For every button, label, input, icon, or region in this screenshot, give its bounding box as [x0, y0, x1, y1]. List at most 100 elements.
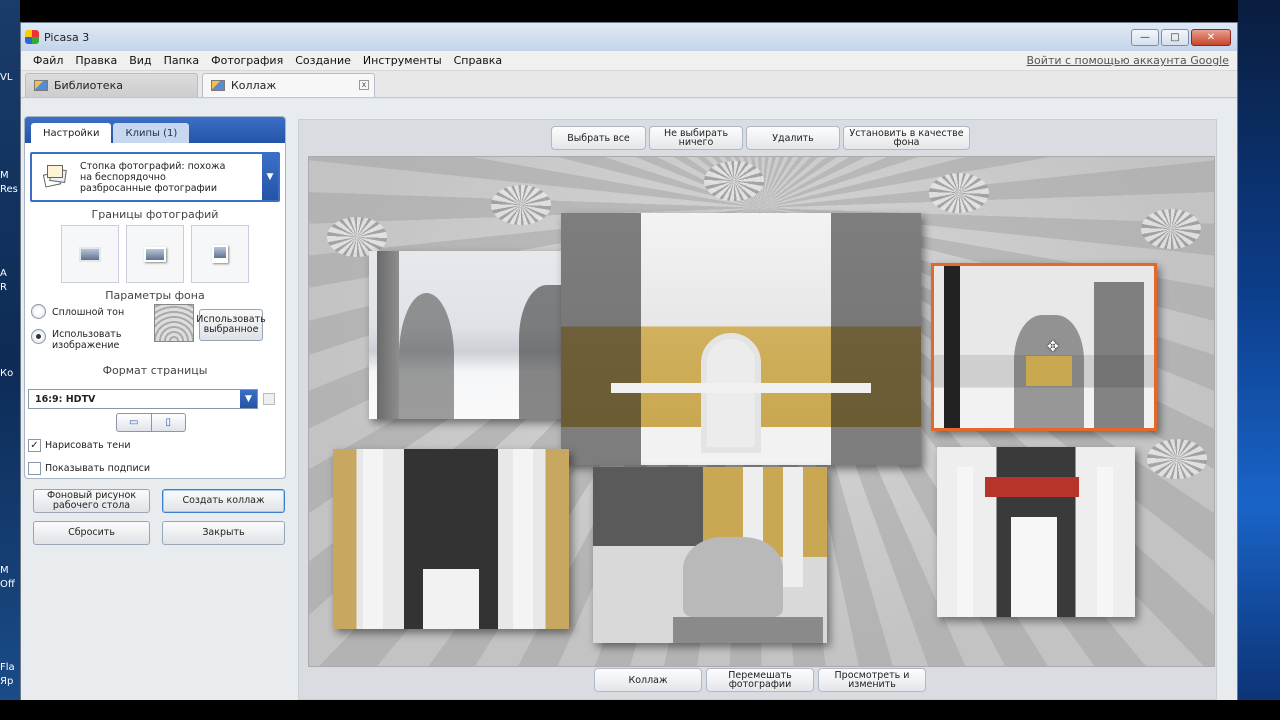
show-captions-checkbox[interactable] [28, 462, 41, 475]
use-selected-button[interactable]: Использовать выбранное [196, 309, 266, 341]
close-panel-button[interactable]: Закрыть [162, 521, 285, 545]
photo-pile-icon [42, 165, 68, 189]
show-captions-label: Показывать подписи [45, 463, 151, 474]
border-option-polaroid[interactable] [191, 225, 249, 283]
desktop-bg-button[interactable]: Фоновый рисунок рабочего стола [33, 489, 150, 513]
desktop-icon-label[interactable]: Res [0, 184, 18, 195]
collage-photo-colonnade[interactable] [333, 449, 569, 629]
collage-type-text: Стопка фотографий: похожа на беспорядочн… [80, 160, 226, 194]
solid-color-label: Сплошной тон [52, 307, 125, 318]
shuffle-photos-button[interactable]: Перемешать фотографии [706, 668, 814, 692]
portrait-icon[interactable]: ▯ [152, 414, 186, 431]
desktop-right-edge [1238, 0, 1280, 720]
border-option-none[interactable] [61, 225, 119, 283]
desktop-icon-label[interactable]: Fla [0, 662, 18, 673]
solid-color-radio[interactable] [31, 304, 46, 319]
menu-help[interactable]: Справка [448, 54, 508, 67]
menu-view[interactable]: Вид [123, 54, 157, 67]
ceiling-ornament [491, 185, 551, 225]
delete-button[interactable]: Удалить [746, 126, 840, 150]
use-image-radio[interactable] [31, 329, 46, 344]
menu-tools[interactable]: Инструменты [357, 54, 448, 67]
collage-workspace: Выбрать все Не выбирать ничего Удалить У… [298, 119, 1217, 700]
selection-toolbar: Выбрать все Не выбирать ничего Удалить У… [299, 126, 1216, 152]
page-format-value: 16:9: HDTV [35, 393, 96, 405]
collage-photo-portico[interactable] [937, 447, 1135, 617]
reset-button[interactable]: Сбросить [33, 521, 150, 545]
collage-view-toolbar: Коллаж Перемешать фотографии Просмотреть… [299, 668, 1216, 696]
menu-file[interactable]: Файл [27, 54, 69, 67]
picasa-icon [25, 30, 39, 44]
page-format-label: Формат страницы [102, 364, 208, 377]
borders-label: Границы фотографий [91, 208, 219, 221]
border-option-white[interactable] [126, 225, 184, 283]
minimize-button[interactable]: — [1131, 29, 1159, 46]
tab-library[interactable]: Библиотека [25, 73, 198, 97]
close-button[interactable]: ✕ [1191, 29, 1231, 46]
border-white-icon [144, 246, 166, 262]
bg-options: Сплошной тон Использовать изображение Ис… [25, 302, 285, 364]
maximize-button[interactable]: □ [1161, 29, 1189, 46]
select-none-button[interactable]: Не выбирать ничего [649, 126, 743, 150]
tab-clips[interactable]: Клипы (1) [113, 123, 190, 143]
collage-canvas[interactable]: ✥ [308, 156, 1215, 667]
set-as-background-button[interactable]: Установить в качестве фона [843, 126, 970, 150]
google-signin-link[interactable]: Войти с помощью аккаунта Google [1027, 54, 1229, 67]
format-lock-icon[interactable] [263, 393, 275, 405]
library-icon [34, 80, 48, 91]
draw-shadows-checkbox[interactable]: ✓ [28, 439, 41, 452]
desktop-icon-label[interactable]: A [0, 268, 18, 279]
main-content: Настройки Клипы (1) Стопка фотографий: п… [21, 99, 1237, 700]
window-title: Picasa 3 [44, 30, 90, 44]
menu-bar: Файл Правка Вид Папка Фотография Создани… [21, 51, 1237, 71]
use-image-label: Использовать изображение [52, 329, 122, 351]
menu-create[interactable]: Создание [289, 54, 357, 67]
desktop-icon-label[interactable]: VL [0, 72, 18, 83]
collage-icon [211, 80, 225, 91]
page-format-select[interactable]: 16:9: HDTV ▼ [28, 389, 258, 409]
document-tabs: Библиотека Коллаж x [21, 71, 1237, 98]
desktop-icon-label[interactable]: Ко [0, 368, 18, 379]
tab-close-icon[interactable]: x [359, 80, 369, 90]
picasa-window: Picasa 3 — □ ✕ Файл Правка Вид Папка Фот… [20, 22, 1238, 700]
desktop-bottom-bar [0, 700, 1280, 720]
ceiling-ornament [929, 173, 989, 213]
background-thumbnail[interactable] [154, 304, 194, 342]
tab-settings[interactable]: Настройки [31, 123, 112, 143]
title-bar[interactable]: Picasa 3 — □ ✕ [21, 23, 1237, 51]
menu-edit[interactable]: Правка [69, 54, 123, 67]
menu-picture[interactable]: Фотография [205, 54, 289, 67]
desktop-icon-label[interactable]: Яр [0, 676, 18, 687]
select-all-button[interactable]: Выбрать все [551, 126, 646, 150]
view-edit-button[interactable]: Просмотреть и изменить [818, 668, 926, 692]
collage-photo-sphinx[interactable] [593, 467, 827, 643]
landscape-icon[interactable]: ▭ [117, 414, 152, 431]
border-polaroid-icon [212, 245, 228, 263]
collage-type-dropdown[interactable]: Стопка фотографий: похожа на беспорядочн… [30, 152, 280, 202]
tab-collage-label: Коллаж [231, 79, 277, 92]
desktop-icon-label[interactable]: M [0, 170, 18, 181]
collage-photo-snowy-alley-selected[interactable] [931, 263, 1157, 431]
draw-shadows-label: Нарисовать тени [45, 440, 131, 451]
panel-tabs: Настройки Клипы (1) [25, 117, 285, 143]
border-none-icon [79, 246, 101, 262]
move-cursor-icon: ✥ [1047, 339, 1059, 355]
ceiling-ornament [704, 161, 764, 201]
desktop-icon-label[interactable]: R [0, 282, 18, 293]
collage-photo-arch-gate[interactable] [561, 213, 921, 465]
desktop-top-bar [0, 0, 1280, 22]
desktop-icon-label[interactable]: M [0, 565, 18, 576]
border-options [25, 225, 285, 283]
orientation-toggle: ▭ ▯ [116, 413, 186, 432]
collage-view-button[interactable]: Коллаж [594, 668, 702, 692]
tab-library-label: Библиотека [54, 79, 123, 92]
tab-collage[interactable]: Коллаж x [202, 73, 375, 97]
menu-folder[interactable]: Папка [158, 54, 206, 67]
window-controls: — □ ✕ [1131, 29, 1231, 46]
create-collage-button[interactable]: Создать коллаж [162, 489, 285, 513]
desktop-left-edge: VL M Res A R Ко M Off Fla Яр [0, 0, 20, 720]
chevron-down-icon[interactable]: ▼ [262, 154, 278, 200]
desktop-icon-label[interactable]: Off [0, 579, 18, 590]
chevron-down-icon[interactable]: ▼ [240, 390, 257, 408]
ceiling-ornament [1147, 439, 1207, 479]
